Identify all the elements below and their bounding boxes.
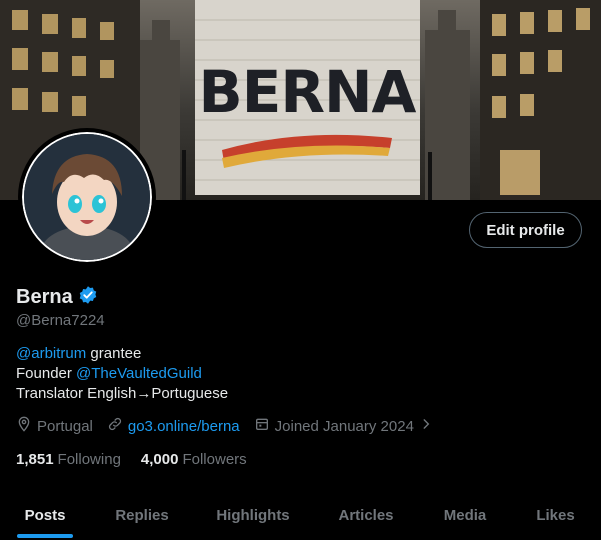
tab-label: Replies (115, 506, 169, 524)
calendar-icon (254, 416, 270, 436)
bio-line-3: Translator English→Portuguese (16, 385, 229, 402)
link-icon (107, 416, 123, 436)
mention-arbitrum-link[interactable]: @arbitrum (16, 345, 86, 362)
following-link[interactable]: 1,851 Following (16, 451, 121, 468)
tab-label: Posts (24, 506, 66, 524)
avatar[interactable] (18, 128, 156, 266)
tab-posts[interactable]: Posts (0, 490, 90, 540)
bio-line-1: @arbitrum grantee (16, 344, 228, 364)
profile-name-row: Berna (16, 285, 98, 310)
profile-name: Berna (16, 286, 73, 308)
tab-label: Highlights (216, 506, 290, 524)
profile-handle: @Berna7224 (16, 312, 105, 329)
joined-item[interactable]: Joined January 2024 (254, 416, 433, 436)
followers-label: Followers (182, 451, 247, 468)
avatar-image (22, 132, 152, 262)
website-item: go3.online/berna (107, 416, 240, 436)
tab-likes[interactable]: Likes (510, 490, 601, 540)
location-pin-icon (16, 416, 32, 436)
tab-label: Likes (536, 506, 575, 524)
following-label: Following (57, 451, 121, 468)
followers-link[interactable]: 4,000 Followers (141, 451, 247, 468)
profile-meta: Portugal go3.online/berna Joined January… (16, 416, 447, 436)
tab-highlights[interactable]: Highlights (194, 490, 312, 540)
profile-tabs: Posts Replies Highlights Articles Media … (0, 490, 601, 540)
bio-text: grantee (86, 345, 142, 362)
verified-badge-icon[interactable] (78, 285, 98, 310)
follow-stats: 1,851 Following 4,000 Followers (16, 451, 267, 468)
profile-bio: @arbitrum grantee Founder @TheVaultedGui… (16, 344, 228, 404)
location-item: Portugal (16, 416, 93, 436)
followers-count: 4,000 (140, 451, 179, 468)
tab-media[interactable]: Media (420, 490, 510, 540)
mention-vaultedguild-link[interactable]: @TheVaultedGuild (76, 365, 202, 382)
bio-text: Founder (16, 365, 77, 382)
active-tab-indicator (17, 534, 73, 538)
website-link[interactable]: go3.online/berna (128, 418, 240, 435)
tab-replies[interactable]: Replies (90, 490, 194, 540)
edit-profile-button[interactable]: Edit profile (469, 212, 582, 248)
joined-text: Joined January 2024 (274, 417, 414, 435)
tab-articles[interactable]: Articles (312, 490, 420, 540)
bio-line-2: Founder @TheVaultedGuild (16, 364, 228, 384)
following-count: 1,851 (16, 451, 54, 468)
tab-label: Media (443, 506, 487, 524)
chevron-right-icon (419, 417, 433, 435)
location-text: Portugal (37, 417, 93, 435)
banner-title: BERNA (199, 58, 417, 126)
tab-label: Articles (338, 506, 394, 524)
